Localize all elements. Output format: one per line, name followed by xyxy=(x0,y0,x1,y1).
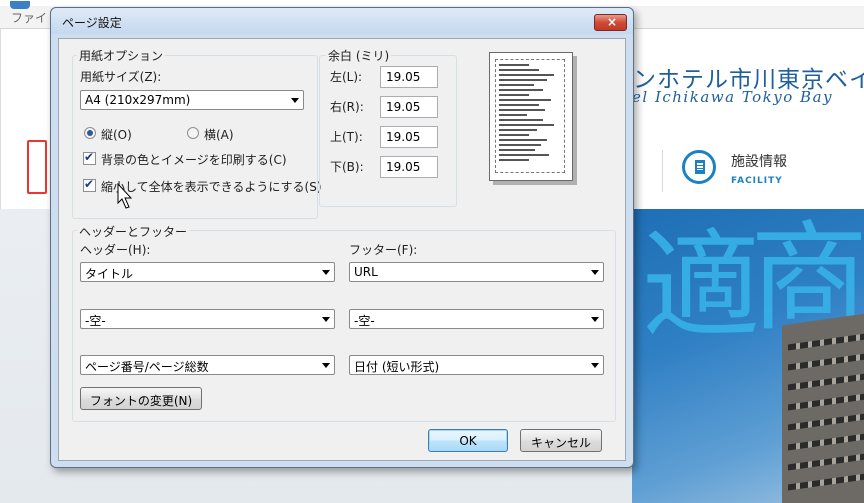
preview-margin-outline xyxy=(495,59,565,173)
chevron-down-icon xyxy=(322,363,330,368)
paper-size-value: A4 (210x297mm) xyxy=(85,93,191,107)
ok-button[interactable]: OK xyxy=(428,429,508,452)
header-select-2[interactable]: -空- xyxy=(80,309,335,329)
dialog-titlebar[interactable]: ページ設定 × xyxy=(51,8,633,34)
margin-bottom-input[interactable]: 19.05 xyxy=(380,156,438,178)
footer-label: フッター(F): xyxy=(349,243,418,257)
checkmark-icon: ✔ xyxy=(84,150,95,164)
chevron-down-icon xyxy=(591,270,599,275)
change-font-button[interactable]: フォントの変更(N) xyxy=(80,387,202,410)
close-button[interactable]: × xyxy=(594,14,627,31)
ok-label: OK xyxy=(459,434,477,448)
header-value-2: -空- xyxy=(85,314,106,328)
annotation-highlight xyxy=(27,140,47,194)
margin-right-input[interactable]: 19.05 xyxy=(380,96,438,118)
paper-options-label: 用紙オプション xyxy=(77,47,166,64)
margin-left-value: 19.05 xyxy=(386,70,421,84)
browser-icon xyxy=(10,1,30,9)
landscape-radio[interactable] xyxy=(187,127,199,139)
header-value-1: タイトル xyxy=(85,267,134,281)
paper-size-label: 用紙サイズ(Z): xyxy=(80,70,162,84)
chevron-down-icon xyxy=(322,317,330,322)
margin-top-value: 19.05 xyxy=(386,130,421,144)
margin-top-input[interactable]: 19.05 xyxy=(380,126,438,148)
dialog-body: 用紙オプション 用紙サイズ(Z): A4 (210x297mm) 縦(O) 横(… xyxy=(58,38,626,461)
chevron-down-icon xyxy=(591,317,599,322)
header-select-1[interactable]: タイトル xyxy=(80,262,335,282)
header-divider xyxy=(662,150,663,192)
header-value-3: ページ番号/ページ総数 xyxy=(85,360,209,374)
close-icon: × xyxy=(607,15,618,29)
print-background-checkbox[interactable]: ✔ xyxy=(83,150,96,165)
mouse-cursor-icon xyxy=(117,183,133,209)
hotel-logo-en: el Ichikawa Tokyo Bay xyxy=(632,88,833,106)
footer-value-1: URL xyxy=(354,265,378,279)
margins-label: 余白 (ミリ) xyxy=(326,47,392,64)
cancel-button[interactable]: キャンセル xyxy=(520,429,602,452)
checkmark-icon: ✔ xyxy=(84,177,95,191)
shrink-to-fit-checkbox[interactable]: ✔ xyxy=(83,177,96,192)
chevron-down-icon xyxy=(322,270,330,275)
margin-right-value: 19.05 xyxy=(386,100,421,114)
header-footer-label: ヘッダーとフッター xyxy=(77,223,190,240)
margin-right-label: 右(R): xyxy=(330,100,364,114)
chevron-down-icon xyxy=(291,98,299,103)
facility-nav-label[interactable]: 施設情報 xyxy=(731,151,787,171)
footer-select-3[interactable]: 日付 (短い形式) xyxy=(349,355,604,375)
portrait-label[interactable]: 縦(O) xyxy=(101,126,132,143)
footer-select-1[interactable]: URL xyxy=(349,262,604,282)
margin-left-label: 左(L): xyxy=(330,70,363,84)
menu-file[interactable]: ファイ xyxy=(11,9,47,26)
facility-nav-sub: FACILITY xyxy=(731,176,783,186)
portrait-radio[interactable] xyxy=(84,127,96,139)
margin-bottom-label: 下(B): xyxy=(330,160,364,174)
hero-image: 適 商 xyxy=(632,209,864,503)
footer-value-3: 日付 (短い形式) xyxy=(354,360,440,374)
page-preview xyxy=(489,52,573,181)
landscape-label[interactable]: 横(A) xyxy=(204,126,234,143)
margin-bottom-value: 19.05 xyxy=(386,160,421,174)
cancel-label: キャンセル xyxy=(530,436,591,450)
change-font-label: フォントの変更(N) xyxy=(89,394,193,408)
print-background-label[interactable]: 背景の色とイメージを印刷する(C) xyxy=(101,151,287,168)
chevron-down-icon xyxy=(591,363,599,368)
header-label: ヘッダー(H): xyxy=(80,243,151,257)
paper-size-select[interactable]: A4 (210x297mm) xyxy=(80,90,304,110)
footer-value-2: -空- xyxy=(354,314,375,328)
margin-left-input[interactable]: 19.05 xyxy=(380,66,438,88)
header-select-3[interactable]: ページ番号/ページ総数 xyxy=(80,355,335,375)
building-icon[interactable] xyxy=(682,150,716,184)
building-photo xyxy=(782,312,864,503)
dialog-title: ページ設定 xyxy=(62,16,122,30)
hero-kanji-1: 適 xyxy=(642,217,761,355)
footer-select-2[interactable]: -空- xyxy=(349,309,604,329)
page-setup-dialog: ページ設定 × 用紙オプション 用紙サイズ(Z): A4 (210x297mm)… xyxy=(50,7,634,468)
margin-top-label: 上(T): xyxy=(330,130,363,144)
